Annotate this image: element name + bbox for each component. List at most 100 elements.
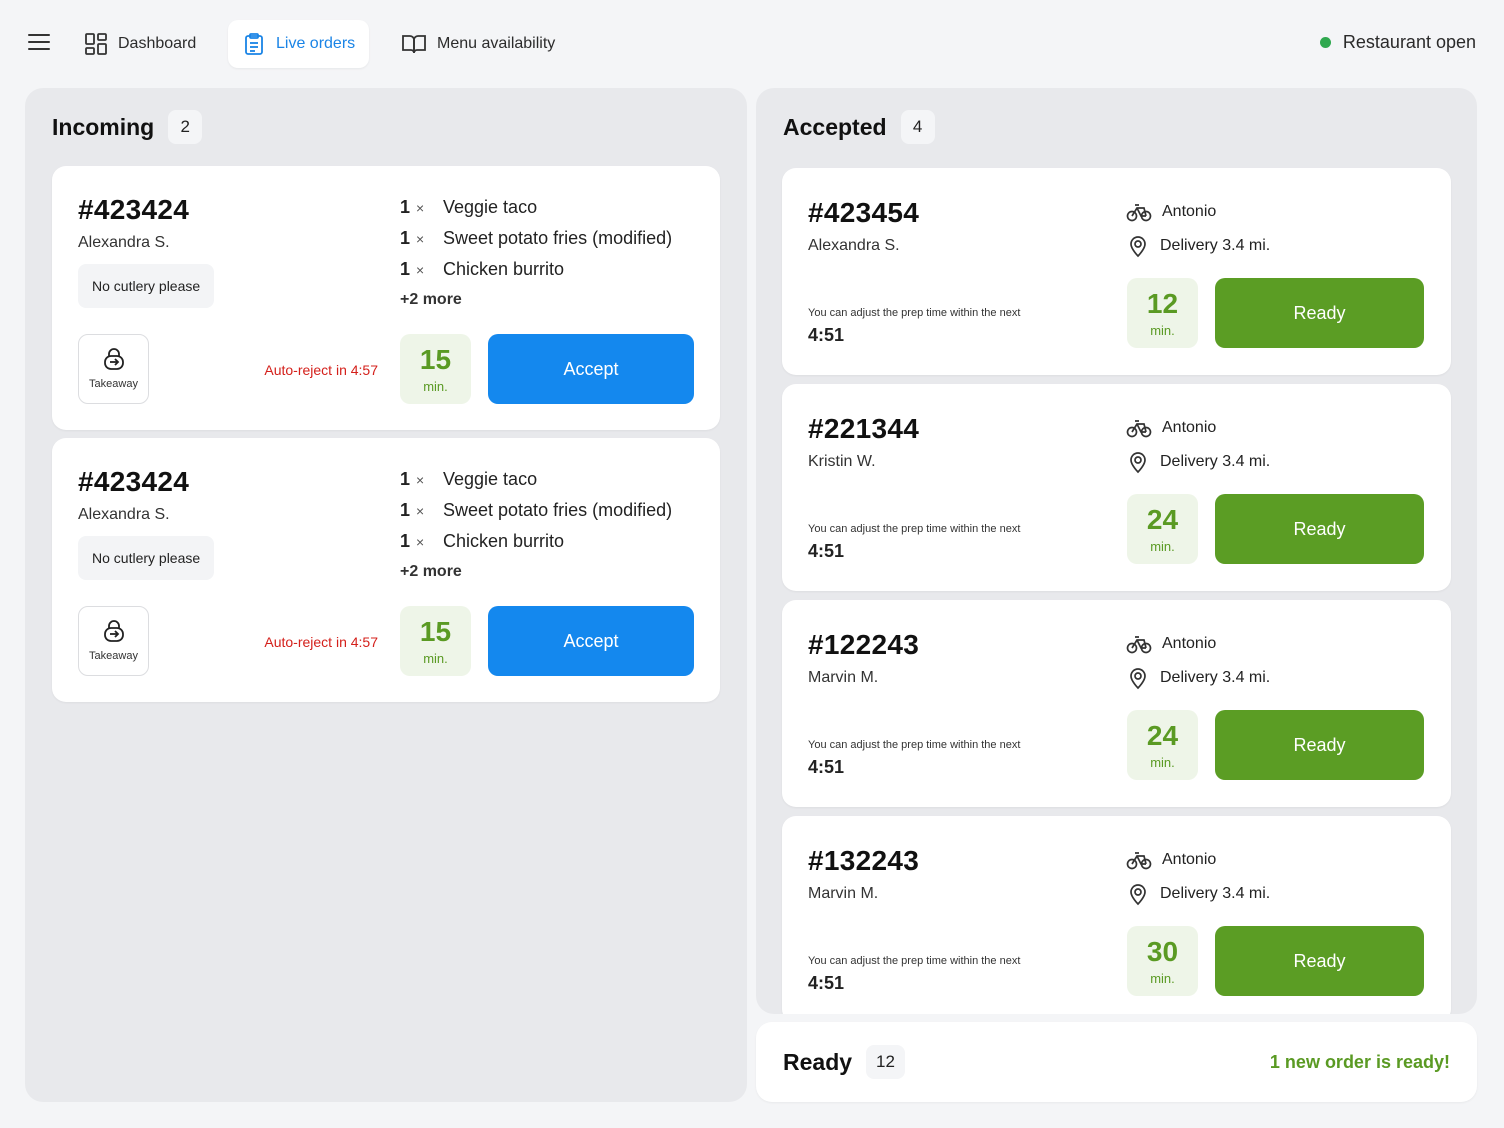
bicycle-icon [1126,204,1152,222]
adjust-prep-hint: You can adjust the prep time within the … [808,523,1021,535]
accepted-order-card[interactable]: #221344 Kristin W. Antonio Delivery 3.4 … [782,384,1451,591]
prep-time-selector[interactable]: 15 min. [400,606,471,676]
ready-count-badge: 12 [866,1045,905,1079]
customer-name: Alexandra S. [78,234,170,251]
times-sign: × [416,230,425,247]
accept-button[interactable]: Accept [488,334,694,404]
accepted-column: Accepted 4 #423454 Alexandra S. Antonio … [756,88,1477,1014]
item-name: Chicken burrito [443,531,565,551]
order-item: 1 × Chicken burrito [400,254,700,285]
prep-time-value: 24 [1146,503,1179,535]
open-book-icon [402,35,426,54]
order-number: #221344 [808,413,920,444]
order-type-label: Takeaway [89,378,138,390]
incoming-order-card[interactable]: #423424 Alexandra S. No cutlery please 1… [52,166,720,430]
incoming-title: Incoming [52,113,155,140]
accepted-order-card[interactable]: #423454 Alexandra S. Antonio Delivery 3.… [782,168,1451,375]
takeaway-badge[interactable]: Takeaway [78,334,149,404]
accept-button[interactable]: Accept [488,606,694,676]
dashboard-grid-icon [85,33,107,55]
prep-time-value: 15 [419,343,452,375]
delivery-distance: Delivery 3.4 mi. [1160,885,1271,902]
prep-time-selector[interactable]: 24 min. [1127,494,1198,564]
prep-time-unit: min. [423,650,448,666]
auto-reject-timer: Auto-reject in 4:57 [264,634,378,650]
bicycle-icon [1126,636,1152,654]
incoming-order-card[interactable]: #423424 Alexandra S. No cutlery please 1… [52,438,720,702]
item-qty: 1 [400,500,411,520]
rider-name: Antonio [1162,851,1217,868]
restaurant-status[interactable]: Restaurant open [1319,32,1476,53]
prep-time-unit: min. [1150,754,1175,770]
bicycle-icon [1126,420,1152,438]
top-navigation: Dashboard Live orders Menu availability … [0,0,1504,88]
menu-icon[interactable] [28,34,50,52]
incoming-column: Incoming 2 #423424 Alexandra S. No cutle… [25,88,747,1102]
bicycle-icon [1126,852,1152,870]
rider-name: Antonio [1162,635,1217,652]
rider-info: Antonio [1126,850,1216,870]
status-dot-icon [1319,37,1331,48]
takeaway-badge[interactable]: Takeaway [78,606,149,676]
delivery-info: Delivery 3.4 mi. [1126,450,1270,474]
prep-time-selector[interactable]: 30 min. [1127,926,1198,996]
location-pin-icon [1130,668,1146,690]
ready-button[interactable]: Ready [1215,278,1424,348]
takeaway-bag-icon [103,348,124,370]
order-item: 1 × Veggie taco [400,464,700,495]
accepted-order-card[interactable]: #132243 Marvin M. Antonio Delivery 3.4 m… [782,816,1451,1014]
adjust-countdown: 4:51 [808,541,845,561]
item-name: Veggie taco [443,197,538,217]
adjust-prep-hint: You can adjust the prep time within the … [808,739,1021,751]
rider-info: Antonio [1126,418,1216,438]
adjust-countdown: 4:51 [808,973,845,993]
ready-title: Ready [783,1048,853,1075]
order-number: #423424 [78,194,190,225]
location-pin-icon [1130,452,1146,474]
delivery-info: Delivery 3.4 mi. [1126,882,1270,906]
rider-name: Antonio [1162,419,1217,436]
ready-header: Ready 12 [783,1045,905,1079]
times-sign: × [416,533,425,550]
times-sign: × [416,261,425,278]
prep-time-unit: min. [1150,970,1175,986]
tab-dashboard[interactable]: Dashboard [84,20,196,68]
item-qty: 1 [400,531,411,551]
prep-time-value: 30 [1146,935,1179,967]
ready-button[interactable]: Ready [1215,926,1424,996]
customer-name: Marvin M. [808,885,879,902]
auto-reject-timer: Auto-reject in 4:57 [264,362,378,378]
order-item: 1 × Sweet potato fries (modified) [400,495,700,526]
delivery-info: Delivery 3.4 mi. [1126,234,1270,258]
accepted-order-card[interactable]: #122243 Marvin M. Antonio Delivery 3.4 m… [782,600,1451,807]
accepted-count-badge: 4 [900,110,935,144]
item-name: Sweet potato fries (modified) [443,228,673,248]
item-qty: 1 [400,228,411,248]
adjust-prep-hint: You can adjust the prep time within the … [808,307,1021,319]
order-item: 1 × Chicken burrito [400,526,700,557]
customer-name: Kristin W. [808,453,876,470]
status-label: Restaurant open [1342,32,1476,52]
customer-name: Marvin M. [808,669,879,686]
incoming-count-badge: 2 [168,110,203,144]
tab-live-orders[interactable]: Live orders [228,20,370,68]
prep-time-value: 12 [1146,287,1179,319]
delivery-distance: Delivery 3.4 mi. [1160,669,1271,686]
customer-name: Alexandra S. [78,506,170,523]
item-qty: 1 [400,259,411,279]
prep-time-selector[interactable]: 15 min. [400,334,471,404]
item-name: Chicken burrito [443,259,565,279]
order-number: #122243 [808,629,920,660]
ready-section[interactable]: Ready 12 1 new order is ready! [756,1022,1477,1102]
order-note: No cutlery please [78,536,215,580]
more-items-link[interactable]: +2 more [400,563,700,581]
ready-button[interactable]: Ready [1215,494,1424,564]
order-note: No cutlery please [78,264,215,308]
prep-time-selector[interactable]: 12 min. [1127,278,1198,348]
takeaway-bag-icon [103,620,124,642]
more-items-link[interactable]: +2 more [400,291,700,309]
prep-time-selector[interactable]: 24 min. [1127,710,1198,780]
tab-menu-availability[interactable]: Menu availability [401,20,555,68]
rider-info: Antonio [1126,202,1216,222]
ready-button[interactable]: Ready [1215,710,1424,780]
